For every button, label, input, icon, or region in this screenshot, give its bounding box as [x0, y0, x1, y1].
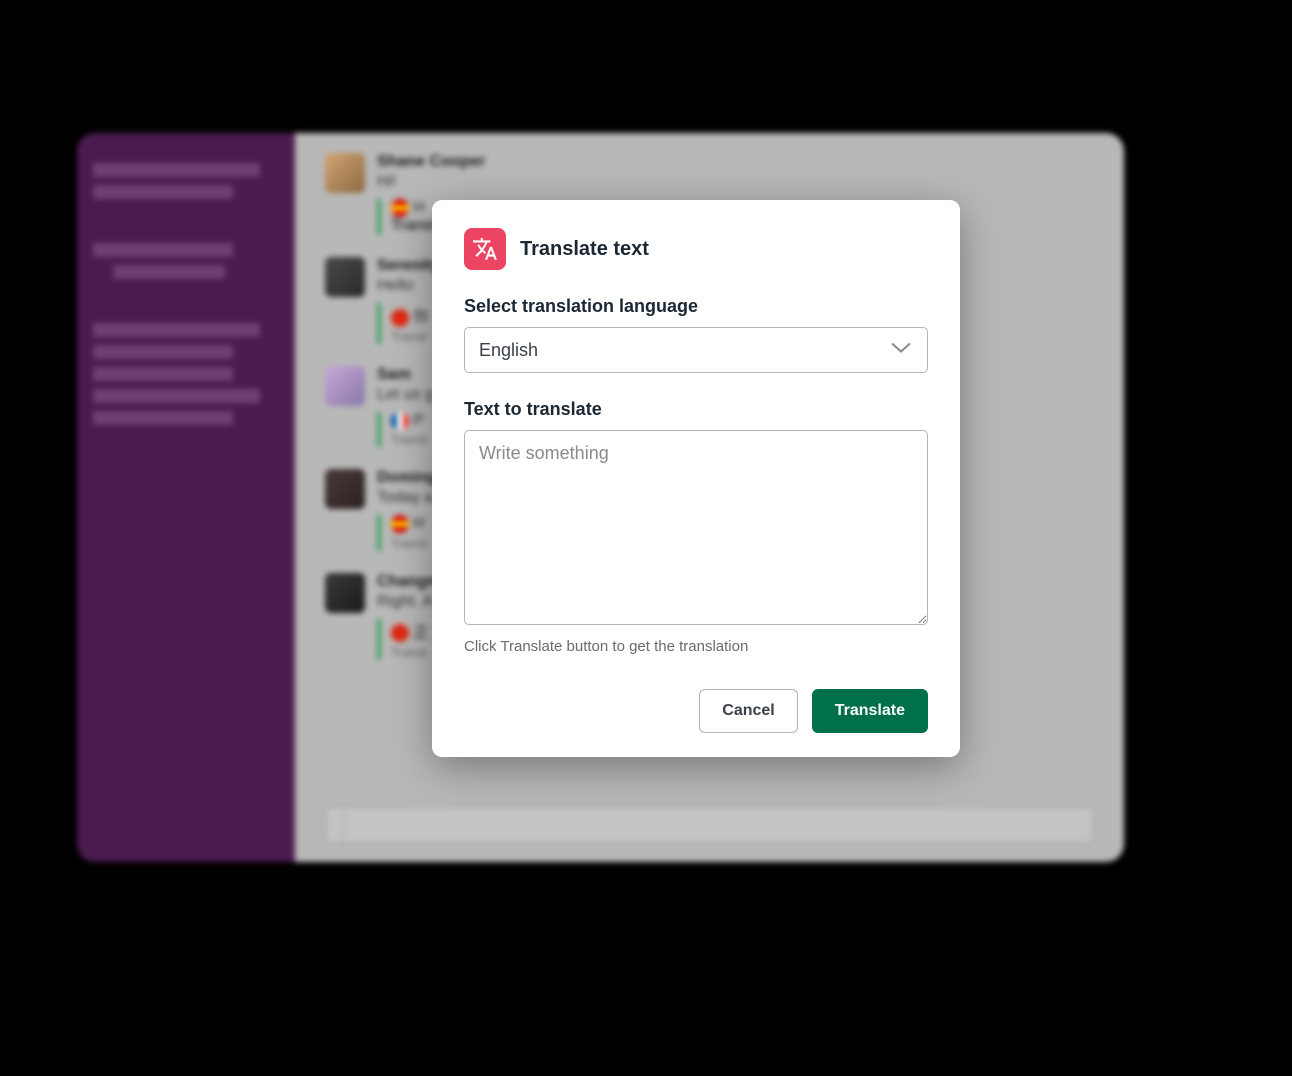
sidebar-item — [93, 323, 260, 337]
message-text: Hi! — [377, 173, 1094, 191]
sidebar-item — [113, 265, 225, 279]
language-select-label: Select translation language — [464, 296, 928, 317]
translate-app-icon — [464, 228, 506, 270]
translate-modal: Translate text Select translation langua… — [432, 200, 960, 757]
translate-button[interactable]: Translate — [812, 689, 928, 733]
flag-es-icon — [391, 515, 409, 533]
sidebar-item — [93, 243, 233, 257]
avatar — [325, 153, 365, 193]
flag-cn-icon — [391, 309, 409, 327]
cancel-button[interactable]: Cancel — [699, 689, 797, 733]
sidebar-item — [93, 345, 233, 359]
sidebar-item — [93, 367, 233, 381]
text-input-label: Text to translate — [464, 399, 928, 420]
language-select[interactable]: English — [464, 327, 928, 373]
avatar — [325, 366, 365, 406]
language-selected-value: English — [479, 340, 538, 361]
compose-input[interactable] — [325, 806, 1094, 844]
hint-text: Click Translate button to get the transl… — [464, 638, 928, 655]
flag-fr-icon — [391, 412, 409, 430]
sidebar-item — [93, 389, 260, 403]
flag-cn-icon — [391, 624, 409, 642]
compose-handle — [326, 807, 344, 843]
sidebar-item — [93, 163, 260, 177]
avatar — [325, 469, 365, 509]
avatar — [325, 573, 365, 613]
flag-es-icon — [391, 199, 409, 217]
modal-title: Translate text — [520, 238, 649, 261]
sidebar — [77, 133, 295, 862]
text-to-translate-input[interactable] — [464, 430, 928, 625]
sidebar-item — [93, 411, 233, 425]
modal-header: Translate text — [464, 228, 928, 270]
message-sender: Shane Cooper — [377, 153, 1094, 171]
modal-footer: Cancel Translate — [464, 689, 928, 733]
avatar — [325, 257, 365, 297]
sidebar-item — [93, 185, 233, 199]
